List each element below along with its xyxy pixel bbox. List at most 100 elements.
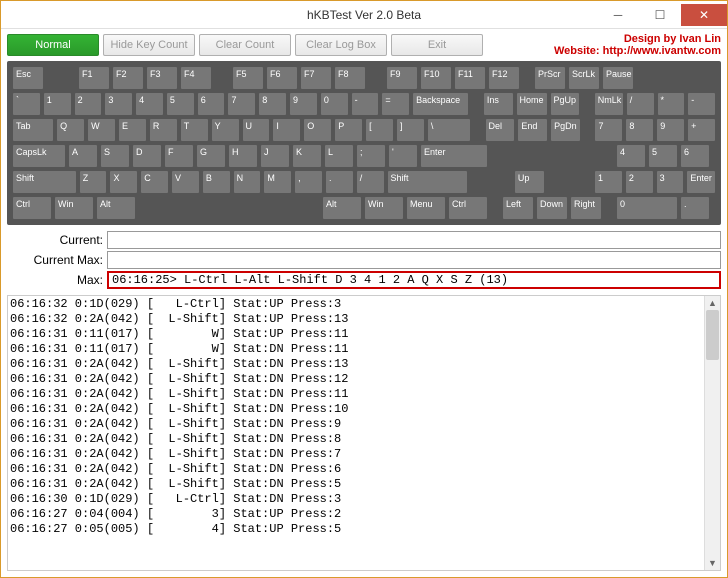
toolbar-row: Normal Hide Key Count Clear Count Clear … xyxy=(7,33,721,57)
key-3: 3 xyxy=(105,93,132,115)
key-pause: Pause xyxy=(603,67,633,89)
key-z: Z xyxy=(80,171,107,193)
key-capslk: CapsLk xyxy=(13,145,65,167)
credit-design: Design by Ivan Lin xyxy=(554,33,721,45)
key-scrlk: ScrLk xyxy=(569,67,599,89)
key-2: 2 xyxy=(626,171,653,193)
max-input[interactable] xyxy=(107,271,721,289)
key-8: 8 xyxy=(259,93,286,115)
key-f10: F10 xyxy=(421,67,451,89)
current-max-input[interactable] xyxy=(107,251,721,269)
key-pgdn: PgDn xyxy=(551,119,580,141)
key-4: 4 xyxy=(136,93,163,115)
key-backspace: Backspace xyxy=(413,93,468,115)
max-label: Max: xyxy=(7,273,107,287)
clear-log-button[interactable]: Clear Log Box xyxy=(295,34,387,56)
key-: = xyxy=(382,93,409,115)
key-ctrl: Ctrl xyxy=(449,197,487,219)
key-prscr: PrScr xyxy=(535,67,565,89)
key-end: End xyxy=(518,119,547,141)
key-f2: F2 xyxy=(113,67,143,89)
key-f12: F12 xyxy=(489,67,519,89)
key-f6: F6 xyxy=(267,67,297,89)
key-4: 4 xyxy=(617,145,645,167)
key-: / xyxy=(357,171,384,193)
key-win: Win xyxy=(55,197,93,219)
current-input[interactable] xyxy=(107,231,721,249)
key-: . xyxy=(681,197,709,219)
key-del: Del xyxy=(486,119,515,141)
key-j: J xyxy=(261,145,289,167)
key-enter: Enter xyxy=(421,145,487,167)
key-v: V xyxy=(172,171,199,193)
key-: [ xyxy=(366,119,393,141)
current-max-label: Current Max: xyxy=(7,253,107,267)
key-9: 9 xyxy=(290,93,317,115)
key-n: N xyxy=(234,171,261,193)
key-ins: Ins xyxy=(484,93,513,115)
key-7: 7 xyxy=(595,119,622,141)
credit-website-link[interactable]: http://www.ivantw.com xyxy=(603,45,721,57)
key-0: 0 xyxy=(617,197,677,219)
key-r: R xyxy=(150,119,177,141)
key-k: K xyxy=(293,145,321,167)
key-p: P xyxy=(335,119,362,141)
key-: - xyxy=(688,93,715,115)
key-f3: F3 xyxy=(147,67,177,89)
keyboard-panel: EscF1F2F3F4F5F6F7F8F9F10F11F12PrScrScrLk… xyxy=(7,61,721,225)
key-alt: Alt xyxy=(97,197,135,219)
key-: - xyxy=(352,93,379,115)
key-tab: Tab xyxy=(13,119,53,141)
key-u: U xyxy=(243,119,270,141)
key-0: 0 xyxy=(321,93,348,115)
key-: \ xyxy=(428,119,470,141)
key-: ' xyxy=(389,145,417,167)
log-box[interactable]: 06:16:32 0:1D(029) [ L-Ctrl] Stat:UP Pre… xyxy=(8,296,704,570)
key-h: H xyxy=(229,145,257,167)
key-f7: F7 xyxy=(301,67,331,89)
key-t: T xyxy=(181,119,208,141)
key-9: 9 xyxy=(657,119,684,141)
key-: * xyxy=(658,93,685,115)
clear-count-button[interactable]: Clear Count xyxy=(199,34,291,56)
normal-button[interactable]: Normal xyxy=(7,34,99,56)
key-s: S xyxy=(101,145,129,167)
key-: / xyxy=(627,93,654,115)
key-e: E xyxy=(119,119,146,141)
key-m: M xyxy=(264,171,291,193)
key-ctrl: Ctrl xyxy=(13,197,51,219)
key-right: Right xyxy=(571,197,601,219)
key-: . xyxy=(326,171,353,193)
key-f4: F4 xyxy=(181,67,211,89)
key-c: C xyxy=(141,171,168,193)
key-f1: F1 xyxy=(79,67,109,89)
log-container: 06:16:32 0:1D(029) [ L-Ctrl] Stat:UP Pre… xyxy=(7,295,721,571)
titlebar: hKBTest Ver 2.0 Beta ─ ☐ ✕ xyxy=(1,1,727,29)
app-window: hKBTest Ver 2.0 Beta ─ ☐ ✕ Normal Hide K… xyxy=(0,0,728,578)
key-l: L xyxy=(325,145,353,167)
key-: ] xyxy=(397,119,424,141)
maximize-button[interactable]: ☐ xyxy=(639,4,681,26)
scroll-thumb[interactable] xyxy=(706,310,719,360)
key-f5: F5 xyxy=(233,67,263,89)
key-: + xyxy=(688,119,715,141)
scroll-down-icon[interactable]: ▼ xyxy=(705,556,720,570)
key-o: O xyxy=(304,119,331,141)
key-2: 2 xyxy=(75,93,102,115)
key-8: 8 xyxy=(626,119,653,141)
key-1: 1 xyxy=(595,171,622,193)
log-scrollbar[interactable]: ▲ ▼ xyxy=(704,296,720,570)
key-pgup: PgUp xyxy=(551,93,580,115)
hide-key-count-button[interactable]: Hide Key Count xyxy=(103,34,195,56)
key-w: W xyxy=(88,119,115,141)
minimize-button[interactable]: ─ xyxy=(597,4,639,26)
key-: ; xyxy=(357,145,385,167)
scroll-up-icon[interactable]: ▲ xyxy=(705,296,720,310)
key-: ` xyxy=(13,93,40,115)
key-f8: F8 xyxy=(335,67,365,89)
key-y: Y xyxy=(212,119,239,141)
key-esc: Esc xyxy=(13,67,43,89)
key-f11: F11 xyxy=(455,67,485,89)
exit-button[interactable]: Exit xyxy=(391,34,483,56)
close-button[interactable]: ✕ xyxy=(681,4,727,26)
